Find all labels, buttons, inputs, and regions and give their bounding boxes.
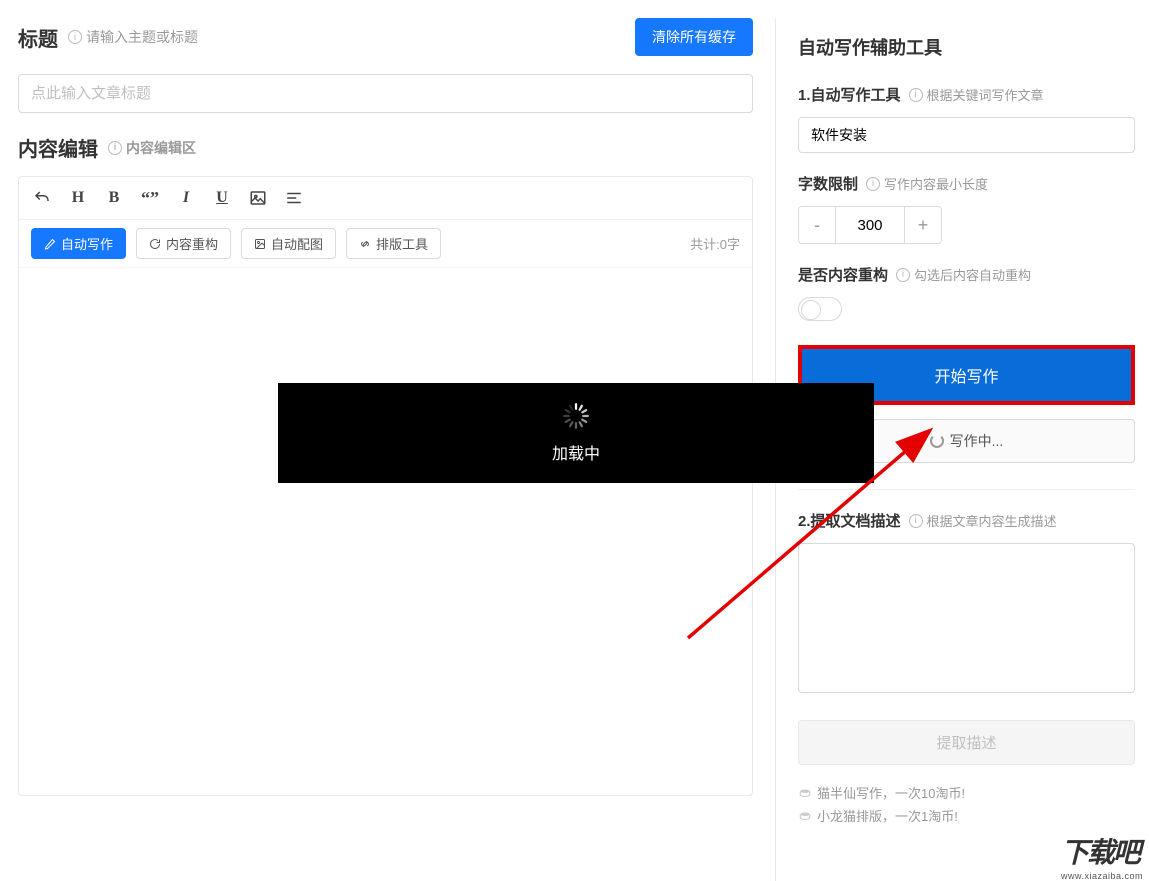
info-icon: i [909,88,923,102]
word-limit-input[interactable] [835,207,905,243]
word-count: 共计:0字 [690,234,740,253]
extract-desc-label: 2.提取文档描述 i根据文章内容生成描述 [798,510,1135,531]
bold-icon[interactable]: B [103,187,125,209]
coin-icon [798,786,812,800]
editor-actions: 自动写作 内容重构 自动配图 排版工具 共计:0字 [19,220,752,268]
auto-write-button[interactable]: 自动写作 [31,228,126,259]
loading-spinner-icon [562,402,590,430]
info-icon: i [866,177,880,191]
loading-overlay: 加载中 [278,383,874,483]
keyword-input[interactable] [798,117,1135,153]
content-edit-hint: i 内容编辑区 [108,138,196,158]
underline-icon[interactable]: U [211,187,233,209]
title-label: 标题 [18,23,58,52]
info-icon: i [909,514,923,528]
article-title-input[interactable] [18,74,753,113]
stepper-minus-button[interactable]: - [799,207,835,243]
info-icon: i [108,141,122,155]
word-limit-label: 字数限制 i写作内容最小长度 [798,173,1135,194]
quote-icon[interactable]: “” [139,187,161,209]
footer-hints: 猫半仙写作，一次10淘币! 小龙猫排版，一次1淘币! [798,783,1135,825]
watermark-main: 下载吧 [1061,831,1143,871]
sidebar-title: 自动写作辅助工具 [798,34,1135,60]
title-header: 标题 i 请输入主题或标题 清除所有缓存 [18,18,753,56]
divider [798,489,1135,490]
undo-icon[interactable] [31,187,53,209]
loading-text: 加载中 [552,440,600,464]
heading-icon[interactable]: H [67,187,89,209]
watermark-sub: www.xiazaiba.com [1061,871,1143,881]
coin-icon [798,809,812,823]
restructure-toggle[interactable] [798,297,842,321]
info-icon: i [68,30,82,44]
title-hint: i 请输入主题或标题 [68,27,198,47]
editor-toolbar: H B “” I U [19,177,752,220]
editor-content-area[interactable] [19,268,752,788]
word-limit-stepper: - + [798,206,942,244]
stepper-plus-button[interactable]: + [905,207,941,243]
align-icon[interactable] [283,187,305,209]
content-edit-label: 内容编辑 i 内容编辑区 [18,133,753,162]
extract-desc-button[interactable]: 提取描述 [798,720,1135,765]
image-icon[interactable] [247,187,269,209]
info-icon: i [896,268,910,282]
restructure-toggle-label: 是否内容重构 i勾选后内容自动重构 [798,264,1135,285]
description-textarea[interactable] [798,543,1135,693]
clear-cache-button[interactable]: 清除所有缓存 [635,18,753,56]
spinner-icon [930,434,944,448]
italic-icon[interactable]: I [175,187,197,209]
editor-container: H B “” I U 自动写作 内容重构 自动配图 [18,176,753,796]
watermark: 下载吧 www.xiazaiba.com [1055,829,1149,881]
auto-write-tool-label: 1.自动写作工具 i根据关键词写作文章 [798,84,1135,105]
restructure-button[interactable]: 内容重构 [136,228,231,259]
auto-image-button[interactable]: 自动配图 [241,228,336,259]
layout-tool-button[interactable]: 排版工具 [346,228,441,259]
